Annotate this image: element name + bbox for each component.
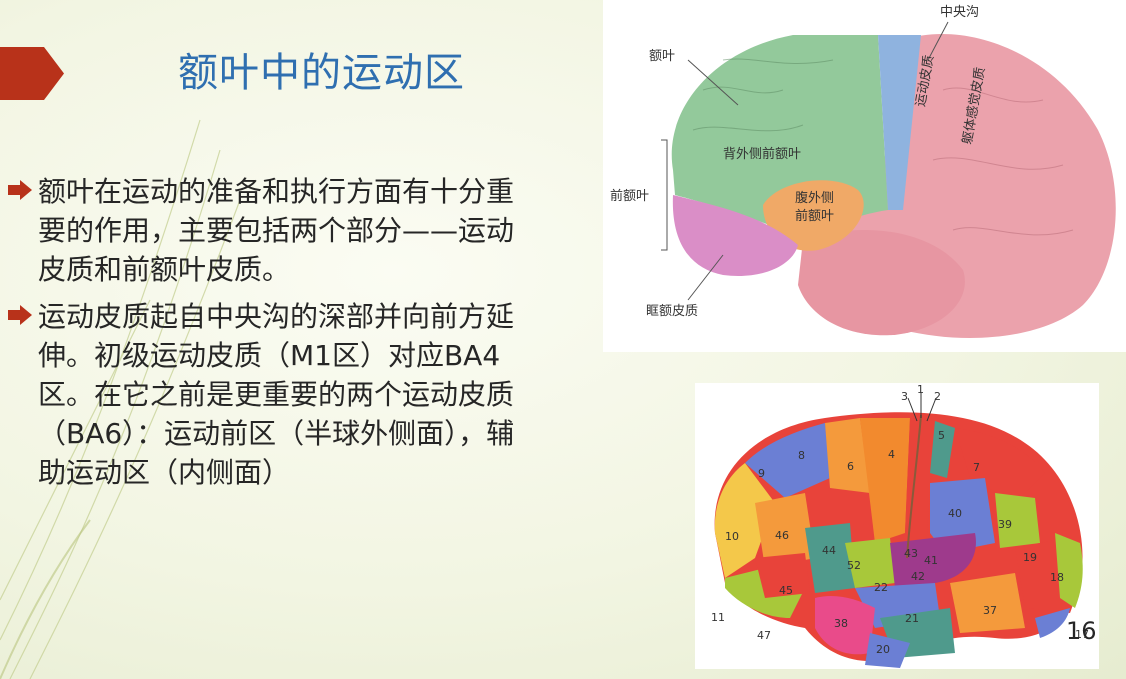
area-label: 45 [779, 584, 793, 597]
area-label: 19 [1023, 551, 1037, 564]
area-label: 7 [973, 461, 980, 474]
area-label: 4 [888, 448, 895, 461]
area-label: 52 [847, 559, 861, 572]
area-label: 3 [901, 390, 908, 403]
label-ventrolateral-2: 前额叶 [795, 208, 834, 224]
area-label: 40 [948, 507, 962, 520]
area-label: 18 [1050, 571, 1064, 584]
bullet-list: 额叶在运动的准备和执行方面有十分重要的作用，主要包括两个部分——运动皮质和前额叶… [8, 172, 528, 500]
area-label: 39 [998, 518, 1012, 531]
area-label: 46 [775, 529, 789, 542]
bullet-text: 运动皮质起自中央沟的深部并向前方延伸。初级运动皮质（M1区）对应BA4区。在它之… [38, 300, 515, 489]
area-label: 43 [904, 547, 918, 560]
area-label: 8 [798, 449, 805, 462]
area-label: 6 [847, 460, 854, 473]
title-arrow-icon [0, 47, 64, 100]
bullet-text: 额叶在运动的准备和执行方面有十分重要的作用，主要包括两个部分——运动皮质和前额叶… [38, 175, 515, 286]
label-frontal-lobe: 额叶 [649, 49, 675, 64]
area-label: 44 [822, 544, 836, 557]
area-label: 47 [757, 629, 771, 642]
bullet-item: 额叶在运动的准备和执行方面有十分重要的作用，主要包括两个部分——运动皮质和前额叶… [8, 172, 528, 289]
area-label: 41 [924, 554, 938, 567]
brodmann-areas-figure: 3 1 2 5 8 6 4 7 9 40 39 46 10 44 52 43 4… [695, 383, 1099, 669]
bullet-item: 运动皮质起自中央沟的深部并向前方延伸。初级运动皮质（M1区）对应BA4区。在它之… [8, 297, 528, 492]
label-ventrolateral-1: 腹外侧 [795, 190, 834, 206]
area-label: 20 [876, 643, 890, 656]
area-label: 5 [938, 429, 945, 442]
area-label: 10 [725, 530, 739, 543]
area-label: 37 [983, 604, 997, 617]
area-label: 21 [905, 612, 919, 625]
area-label: 22 [874, 581, 888, 594]
label-prefrontal: 前额叶 [610, 188, 649, 204]
area-label: 42 [911, 570, 925, 583]
page-number: 16 [1066, 617, 1097, 645]
area-label: 38 [834, 617, 848, 630]
area-label: 11 [711, 611, 725, 624]
label-dorsolateral: 背外侧前额叶 [723, 146, 801, 162]
area-label: 1 [917, 383, 924, 396]
brain-prefrontal-figure: 中央沟 额叶 前额叶 眶额皮质 背外侧前额叶 腹外侧 前额叶 运动皮质 躯体感觉… [603, 0, 1126, 352]
area-label: 9 [758, 467, 765, 480]
area-label: 2 [934, 390, 941, 403]
arrow-bullet-icon [8, 305, 32, 325]
slide-title: 额叶中的运动区 [178, 50, 465, 96]
arrow-bullet-icon [8, 180, 32, 200]
label-central-sulcus: 中央沟 [940, 5, 979, 20]
label-orbitofrontal: 眶额皮质 [646, 304, 698, 319]
